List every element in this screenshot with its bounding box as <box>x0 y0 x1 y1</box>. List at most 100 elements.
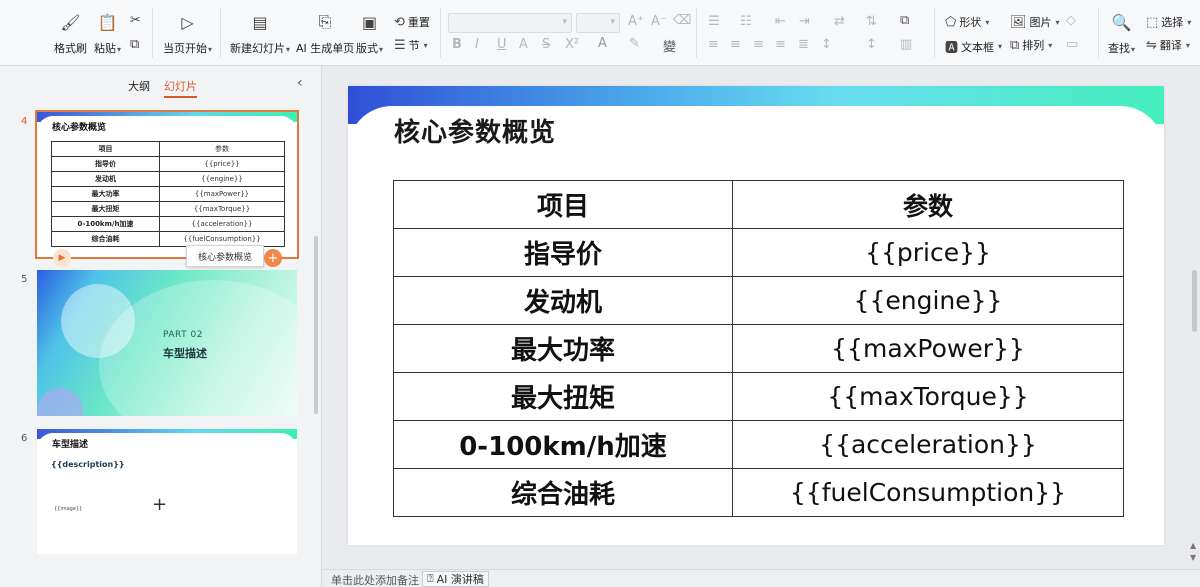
tab-outline[interactable]: 大纲 <box>128 78 150 98</box>
format-painter-icon: 🖌 <box>60 12 81 32</box>
shape-icon: ⬠ <box>945 14 957 30</box>
arrange-icon: ⧉ <box>1010 37 1020 53</box>
table-row: 0-100km/h加速 {{acceleration}} <box>393 420 1124 469</box>
ai-page-icon: ⎘ <box>318 12 332 31</box>
notes-placeholder[interactable]: 单击此处添加备注 <box>331 572 419 587</box>
cursor-select-icon: ⬚ <box>1146 14 1159 30</box>
align-left-icon[interactable]: ≡ <box>708 37 719 52</box>
thumb-title: 车型描述 <box>163 347 207 360</box>
translate-icon: ⇋ <box>1146 37 1157 53</box>
slide-number-6: 6 <box>21 433 28 444</box>
bullet-list-icon[interactable]: ☰ <box>708 14 720 29</box>
paragraph-spacing-icon[interactable]: ↕ <box>866 37 877 52</box>
slide-thumbnail-6[interactable]: 车型描述 {{description}} {{image}} <box>37 429 297 554</box>
thumb-description: {{description}} <box>51 460 125 469</box>
tab-slides[interactable]: 幻灯片 <box>164 78 197 98</box>
slide-title[interactable]: 核心参数概览 <box>394 112 556 149</box>
ai-single-page-button[interactable]: ⎘ AI 生成单页 <box>296 12 354 56</box>
slide-thumbnail-4[interactable]: 核心参数概览 项目 参数 指导价 {{price}} 发动机 {{engine}} 最… <box>35 110 299 259</box>
slide-number-4: 4 <box>21 116 28 127</box>
numbered-list-icon[interactable]: ☷ <box>740 14 752 29</box>
clear-format-icon[interactable]: ⌫ <box>673 13 691 28</box>
textbox-button[interactable]: 🅰 文本框 ▾ <box>945 37 1002 57</box>
thumb-table: 项目 参数 指导价 {{price}} 发动机 {{engine}} 最大功率 {{ma… <box>51 141 285 247</box>
clipboard-icon: 📋 <box>97 12 118 32</box>
format-painter-button[interactable]: 🖌 格式刷 <box>54 12 87 56</box>
cut-button[interactable]: ✂ <box>130 13 141 28</box>
italic-icon[interactable]: I <box>475 37 479 52</box>
section-button[interactable]: ☰ 节 ▾ <box>394 37 428 53</box>
table-row: 综合油耗 {{fuelConsumption}} <box>393 468 1124 517</box>
thumb-title: 车型描述 <box>52 440 89 450</box>
column-icon[interactable]: ▥ <box>900 37 912 52</box>
decrease-indent-icon[interactable]: ⇤ <box>775 14 786 29</box>
slide-thumbnail-5[interactable]: PART 02 车型描述 <box>37 270 297 416</box>
new-slide-plus-icon[interactable]: + <box>152 494 167 515</box>
play-circle-icon: ▷ <box>181 12 194 32</box>
layout-icon: ▣ <box>361 12 378 32</box>
align-right-icon[interactable]: ≡ <box>753 37 764 52</box>
highlight-icon[interactable]: ✎ <box>629 36 640 51</box>
new-slide-button[interactable]: ▤ 新建幻灯片▾ <box>230 12 290 56</box>
table-row: 发动机 {{engine}} <box>393 276 1124 325</box>
scroll-up-icon[interactable]: ▲ <box>1190 541 1196 550</box>
scroll-down-icon[interactable]: ▼ <box>1190 553 1196 562</box>
shrink-font-icon[interactable]: A⁻ <box>651 14 667 29</box>
copy-icon: ⧉ <box>130 37 140 52</box>
plus-icon: + <box>267 250 279 266</box>
play-icon: ▶ <box>58 253 66 263</box>
reset-icon: ⟲ <box>394 14 405 30</box>
search-icon: 🔍 <box>1111 12 1132 32</box>
ribbon-toolbar: 🖌 格式刷 📋 粘贴▾ ✂ ⧉ ▷ 当页开始▾ ▤ 新建幻灯片▾ ⎘ AI 生成… <box>0 0 1200 66</box>
ai-script-icon: ⍰ <box>427 572 434 585</box>
slide-canvas[interactable]: 核心参数概览 项目 参数 指导价 {{price}} 发动机 {{engine}} 最… <box>348 86 1164 545</box>
convert-smartart-icon[interactable]: ⧉ <box>900 13 909 28</box>
reset-button[interactable]: ⟲ 重置 <box>394 14 430 30</box>
underline-icon[interactable]: U <box>497 37 507 52</box>
from-current-slide-button[interactable]: ▷ 当页开始▾ <box>163 12 212 56</box>
textbox-icon: 🅰 <box>945 41 959 56</box>
distribute-icon[interactable]: ≣ <box>798 37 809 52</box>
play-slide-button[interactable]: ▶ <box>53 249 71 267</box>
scissors-icon: ✂ <box>130 13 141 28</box>
thumb-title: 核心参数概览 <box>52 123 107 133</box>
section-icon: ☰ <box>394 37 406 53</box>
select-button[interactable]: ⬚ 选择 ▾ <box>1146 14 1191 30</box>
slide-number-5: 5 <box>21 274 28 285</box>
add-slide-button[interactable]: + <box>264 249 282 267</box>
font-family-select[interactable]: ▾ <box>448 13 572 33</box>
thumbnail-scrollbar[interactable] <box>314 236 318 414</box>
find-button[interactable]: 🔍 查找▾ <box>1108 12 1135 56</box>
line-spacing-icon[interactable]: ↕ <box>821 37 832 52</box>
fill-icon[interactable]: ◇ <box>1066 13 1076 28</box>
sort-icon[interactable]: ⇅ <box>866 14 877 29</box>
copy-button[interactable]: ⧉ <box>130 37 139 52</box>
picture-button[interactable]: 🖼 图片 ▾ <box>1010 14 1060 30</box>
grow-font-icon[interactable]: A⁺ <box>628 14 644 29</box>
outline-icon[interactable]: ▭ <box>1066 37 1078 52</box>
canvas-scrollbar[interactable] <box>1192 270 1197 332</box>
collapse-panel-icon[interactable]: ‹ <box>297 75 303 91</box>
bold-icon[interactable]: B <box>452 37 462 52</box>
increase-indent-icon[interactable]: ⇥ <box>799 14 810 29</box>
paste-button[interactable]: 📋 粘贴▾ <box>94 12 121 56</box>
shape-button[interactable]: ⬠ 形状 ▾ <box>945 14 989 30</box>
font-size-select[interactable]: ▾ <box>576 13 620 33</box>
ai-script-button[interactable]: ⍰ AI 演讲稿 <box>422 571 489 587</box>
table-row: 最大扭矩 {{maxTorque}} <box>393 372 1124 421</box>
justify-icon[interactable]: ≡ <box>775 37 786 52</box>
text-direction-icon[interactable]: ⇄ <box>834 14 845 29</box>
shadow-text-icon[interactable]: A <box>519 37 528 52</box>
pinyin-icon[interactable]: 變 <box>663 36 676 55</box>
arrange-button[interactable]: ⧉ 排列 ▾ <box>1010 37 1052 53</box>
table-row: 最大功率 {{maxPower}} <box>393 324 1124 373</box>
thumb-image-placeholder: {{image}} <box>54 506 83 512</box>
font-color-icon[interactable]: A <box>598 36 607 51</box>
strikethrough-icon[interactable]: S <box>542 37 550 52</box>
translate-button[interactable]: ⇋ 翻译 ▾ <box>1146 37 1190 53</box>
parameter-table[interactable]: 项目 参数 指导价 {{price}} 发动机 {{engine}} 最大功率 {{ma… <box>393 180 1124 517</box>
table-row: 指导价 {{price}} <box>393 228 1124 277</box>
superscript-icon[interactable]: X² <box>565 37 579 52</box>
align-center-icon[interactable]: ≡ <box>730 37 741 52</box>
layout-button[interactable]: ▣ 版式▾ <box>356 12 383 56</box>
